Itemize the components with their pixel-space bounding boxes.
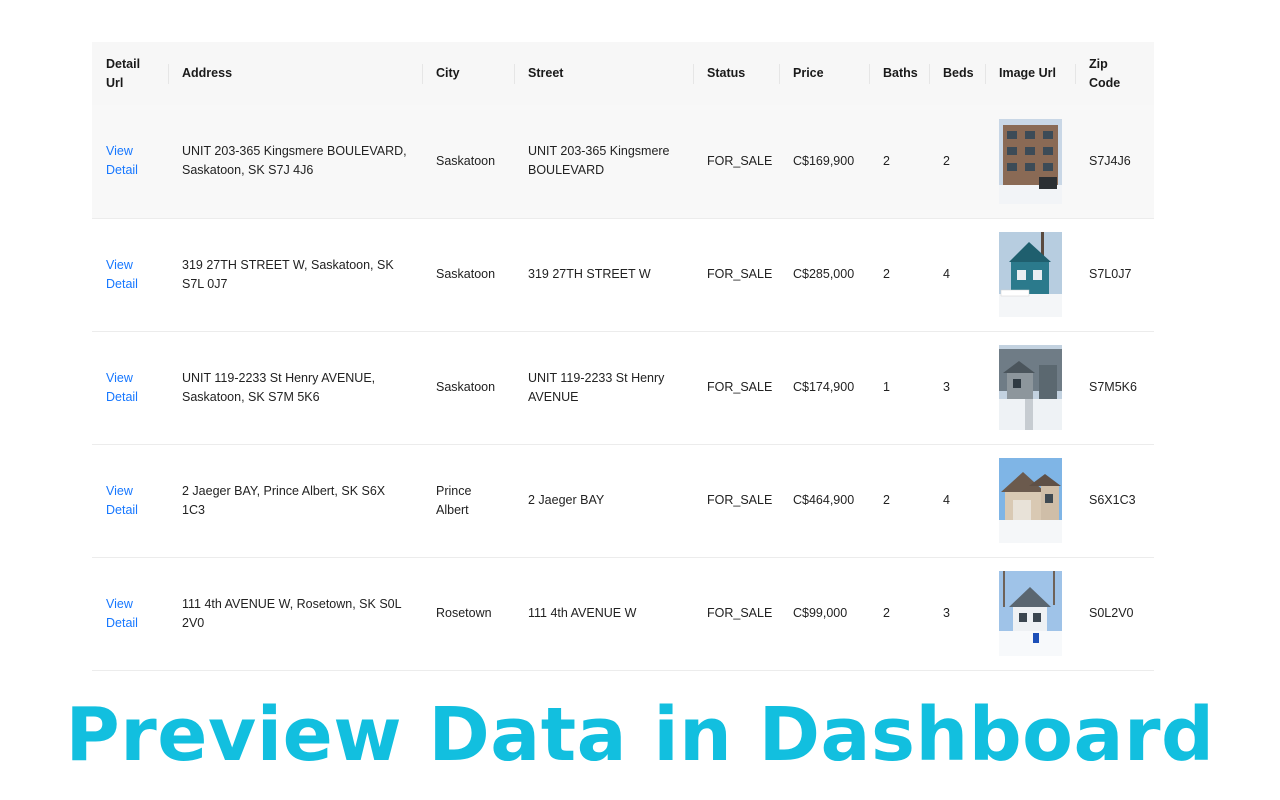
beige-house-photo[interactable] [999,458,1062,543]
table-row: View Detail UNIT 119-2233 St Henry AVENU… [92,331,1154,444]
image-cell [985,444,1075,557]
street-cell: UNIT 203-365 Kingsmere BOULEVARD [528,144,670,178]
image-cell [985,331,1075,444]
status-cell: FOR_SALE [707,380,773,394]
baths-cell: 2 [883,606,890,620]
zip-code-cell: S0L2V0 [1089,606,1134,620]
apartment-building-photo[interactable] [999,118,1062,204]
price-cell: C$99,000 [793,606,848,620]
zip-code-cell: S6X1C3 [1089,493,1136,507]
price-cell: C$174,900 [793,380,855,394]
beds-cell: 3 [943,380,950,394]
baths-cell: 2 [883,267,890,281]
view-detail-link[interactable]: View Detail [106,484,138,517]
street-cell: 319 27TH STREET W [528,267,651,281]
baths-cell: 2 [883,153,890,168]
address-cell: 2 Jaeger BAY, Prince Albert, SK S6X 1C3 [182,483,386,517]
column-header-image-url[interactable]: Image Url [985,42,1075,105]
image-cell [985,557,1075,670]
beds-cell: 4 [943,493,950,507]
status-cell: FOR_SALE [707,267,773,281]
city-cell: Saskatoon [436,267,496,281]
beds-cell: 4 [943,267,950,281]
image-cell [985,218,1075,331]
street-cell: UNIT 119-2233 St Henry AVENUE [528,370,665,404]
table-row: View Detail 111 4th AVENUE W, Rosetown, … [92,557,1154,670]
column-header-city[interactable]: City [422,42,514,105]
white-house-photo[interactable] [999,571,1062,656]
image-cell [985,105,1075,218]
city-cell: Rosetown [436,606,492,620]
baths-cell: 2 [883,493,890,507]
view-detail-link[interactable]: View Detail [106,144,138,177]
column-header-beds[interactable]: Beds [929,42,985,105]
blue-house-photo[interactable] [999,232,1062,317]
view-detail-link[interactable]: View Detail [106,371,138,404]
city-cell: Saskatoon [436,380,496,394]
street-cell: 2 Jaeger BAY [528,493,605,507]
table-header-row: Detail Url Address City Street Status Pr… [92,42,1154,105]
address-cell: UNIT 119-2233 St Henry AVENUE, Saskatoon… [182,370,376,404]
price-cell: C$464,900 [793,493,855,507]
beds-cell: 2 [943,153,950,168]
listings-table-container: Detail Url Address City Street Status Pr… [92,42,1154,671]
column-header-price[interactable]: Price [779,42,869,105]
column-header-address[interactable]: Address [168,42,422,105]
view-detail-link[interactable]: View Detail [106,597,138,630]
address-cell: UNIT 203-365 Kingsmere BOULEVARD, Saskat… [182,144,407,178]
townhouse-photo[interactable] [999,345,1062,430]
table-row: View Detail 2 Jaeger BAY, Prince Albert,… [92,444,1154,557]
city-cell: Prince Albert [436,483,472,517]
street-cell: 111 4th AVENUE W [528,606,637,620]
column-header-zip-code[interactable]: Zip Code [1075,42,1154,105]
column-header-status[interactable]: Status [693,42,779,105]
listings-table: Detail Url Address City Street Status Pr… [92,42,1154,671]
zip-code-cell: S7M5K6 [1089,380,1137,394]
price-cell: C$285,000 [793,267,855,281]
price-cell: C$169,900 [793,153,855,168]
status-cell: FOR_SALE [707,493,773,507]
preview-banner-title: Preview Data in Dashboard [65,692,1215,778]
address-cell: 111 4th AVENUE W, Rosetown, SK S0L 2V0 [182,596,402,630]
column-header-baths[interactable]: Baths [869,42,929,105]
column-header-street[interactable]: Street [514,42,693,105]
baths-cell: 1 [883,380,890,394]
address-cell: 319 27TH STREET W, Saskatoon, SK S7L 0J7 [182,257,394,291]
zip-code-cell: S7L0J7 [1089,267,1132,281]
zip-code-cell: S7J4J6 [1089,153,1131,168]
city-cell: Saskatoon [436,153,496,168]
status-cell: FOR_SALE [707,606,773,620]
column-header-detail-url[interactable]: Detail Url [92,42,168,105]
view-detail-link[interactable]: View Detail [106,258,138,291]
beds-cell: 3 [943,606,950,620]
status-cell: FOR_SALE [707,153,773,168]
table-row: View Detail UNIT 203-365 Kingsmere BOULE… [92,105,1154,218]
table-row: View Detail 319 27TH STREET W, Saskatoon… [92,218,1154,331]
